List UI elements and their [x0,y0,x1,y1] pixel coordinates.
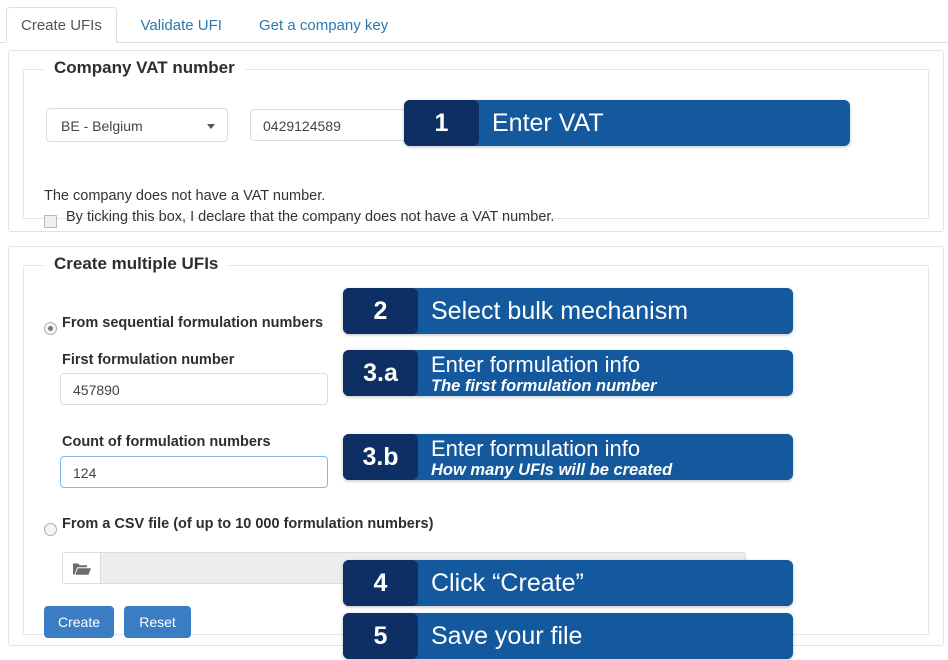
country-select[interactable]: BE - Belgium [46,108,228,142]
radio-csv-file-label: From a CSV file (of up to 10 000 formula… [62,516,434,532]
callout-3b-line1: Enter formulation info [431,436,641,461]
callout-1-line1: Enter VAT [492,109,604,137]
no-vat-checkbox[interactable] [44,215,57,228]
first-formulation-number-label: First formulation number [62,352,235,368]
country-select-value: BE - Belgium [61,118,143,134]
callout-1: 1 Enter VAT [404,100,850,146]
callout-3a: 3.a Enter formulation info The first for… [343,350,793,396]
callout-1-body: Enter VAT [492,100,604,146]
no-vat-description: The company does not have a VAT number. [44,188,326,204]
chevron-down-icon [207,124,215,129]
callout-3a-line2: The first formulation number [431,377,657,395]
callout-3a-line1: Enter formulation info [431,352,641,377]
radio-sequential[interactable] [44,322,57,335]
reset-button[interactable]: Reset [124,606,191,638]
no-vat-checkbox-label: By ticking this box, I declare that the … [66,209,555,225]
radio-csv-file[interactable] [44,523,57,536]
callout-5-body: Save your file [431,613,582,659]
file-browse-button[interactable] [62,552,100,584]
tab-get-company-key[interactable]: Get a company key [244,7,403,43]
callout-3b: 3.b Enter formulation info How many UFIs… [343,434,793,480]
callout-4-body: Click “Create” [431,560,584,606]
open-folder-icon [73,563,91,575]
create-multiple-ufis-legend: Create multiple UFIs [44,254,229,274]
callout-3b-line2: How many UFIs will be created [431,461,673,479]
callout-2-number: 2 [343,288,418,334]
callout-3b-number: 3.b [343,434,418,480]
count-formulation-numbers-input[interactable]: 124 [60,456,328,488]
callout-2-line1: Select bulk mechanism [431,297,689,325]
callout-3a-number: 3.a [343,350,418,396]
callout-4-line1: Click “Create” [431,569,584,597]
callout-5: 5 Save your file [343,613,793,659]
callout-5-number: 5 [343,613,418,659]
tab-validate-ufi[interactable]: Validate UFI [126,7,237,43]
tab-bar: Create UFIs Validate UFI Get a company k… [0,0,948,43]
callout-1-number: 1 [404,100,479,146]
tab-create-ufis[interactable]: Create UFIs [6,7,117,43]
company-vat-legend: Company VAT number [44,58,245,78]
callout-3a-body: Enter formulation info The first formula… [431,350,657,396]
first-formulation-number-input[interactable]: 457890 [60,373,328,405]
create-button[interactable]: Create [44,606,114,638]
vat-number-input[interactable]: 0429124589 [250,109,416,141]
count-formulation-numbers-label: Count of formulation numbers [62,434,271,450]
callout-4-number: 4 [343,560,418,606]
callout-5-line1: Save your file [431,622,583,650]
callout-2: 2 Select bulk mechanism [343,288,793,334]
callout-3b-body: Enter formulation info How many UFIs wil… [431,434,672,480]
callout-4: 4 Click “Create” [343,560,793,606]
radio-sequential-label: From sequential formulation numbers [62,315,324,331]
callout-2-body: Select bulk mechanism [431,288,688,334]
